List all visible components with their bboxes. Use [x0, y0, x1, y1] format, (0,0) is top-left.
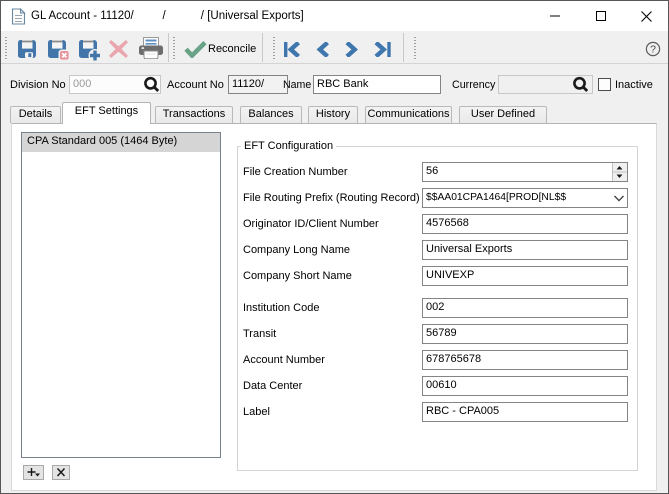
svg-text:?: ? — [650, 44, 656, 56]
